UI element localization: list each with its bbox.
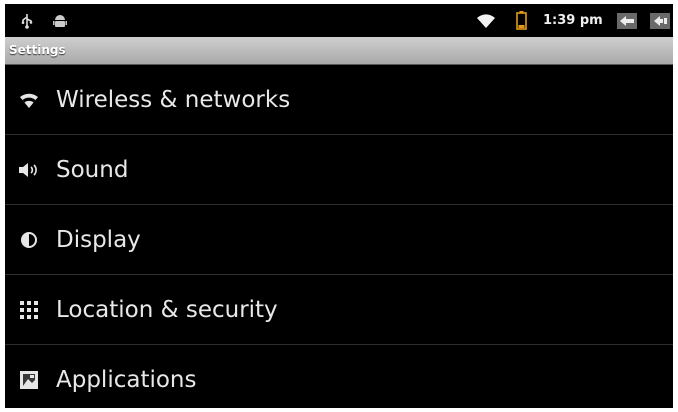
usb-icon [19,4,35,37]
android-icon [51,4,69,37]
applications-icon [16,367,42,393]
settings-item-label: Location & security [56,296,278,323]
settings-item-label: Applications [56,366,197,393]
settings-screen: 1:39 pm Settings Wireless & networks Sou… [5,4,673,408]
speaker-icon [16,157,42,183]
settings-item-wireless-networks[interactable]: Wireless & networks [5,65,673,135]
settings-item-label: Display [56,226,141,253]
settings-list: Wireless & networks Sound Display Locati… [5,65,673,408]
clock-text: 1:39 pm [543,13,603,28]
wifi-signal-icon [475,4,497,37]
back-key-icon[interactable] [615,4,639,37]
settings-item-sound[interactable]: Sound [5,135,673,205]
settings-item-display[interactable]: Display [5,205,673,275]
battery-icon [514,4,528,37]
settings-item-label: Wireless & networks [56,86,291,113]
settings-item-label: Sound [56,156,129,183]
page-title: Settings [9,43,66,57]
wifi-icon [16,87,42,113]
menu-key-icon[interactable] [649,4,671,37]
brightness-icon [16,227,42,253]
status-bar: 1:39 pm [5,4,673,37]
title-bar: Settings [5,37,673,65]
settings-item-applications[interactable]: Applications [5,345,673,408]
grid-icon [16,297,42,323]
settings-item-location-security[interactable]: Location & security [5,275,673,345]
